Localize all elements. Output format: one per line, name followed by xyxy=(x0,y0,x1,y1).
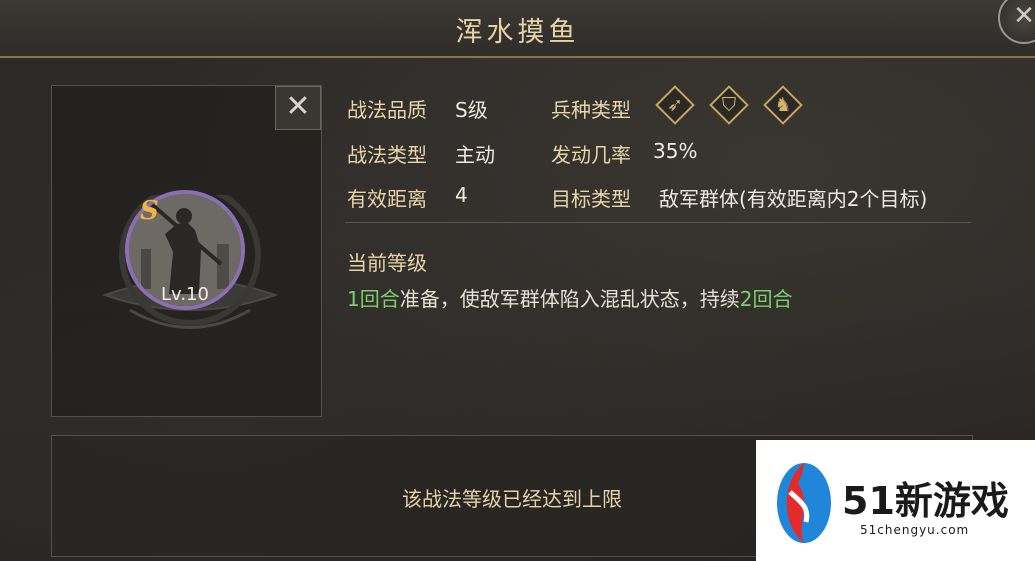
horse-icon: ♞ xyxy=(774,94,792,116)
watermark-brand: 51新游戏 xyxy=(842,479,1009,523)
troop-type-label: 兵种类型 xyxy=(551,98,631,122)
desc-highlight-end: 2回合 xyxy=(739,287,793,311)
skill-type-label: 战法类型 xyxy=(347,143,427,167)
skill-level: Lv.10 xyxy=(161,284,209,305)
desc-body: 准备，使敌军群体陷入混乱状态，持续 xyxy=(399,287,740,311)
quality-value: S级 xyxy=(455,98,488,122)
skill-type-value: 主动 xyxy=(455,143,495,167)
current-level-title: 当前等级 xyxy=(347,251,427,275)
close-icon: ✕ xyxy=(285,89,311,124)
range-value: 4 xyxy=(455,183,468,207)
shield-icon: ⛉ xyxy=(721,94,737,116)
trigger-rate-label: 发动几率 xyxy=(551,143,631,167)
page-title: 浑水摸鱼 xyxy=(455,17,580,48)
bow-icon: ➶ xyxy=(667,94,683,116)
target-type-value: 敌军群体(有效距离内2个目标) xyxy=(659,187,928,211)
close-button[interactable]: ✕ xyxy=(275,86,321,130)
desc-highlight-start: 1回合 xyxy=(347,287,400,311)
quality-label: 战法品质 xyxy=(347,98,427,122)
skill-description: 1回合准备，使敌军群体陷入混乱状态，持续2回合 xyxy=(347,283,792,312)
range-label: 有效距离 xyxy=(347,187,427,211)
trigger-rate-value: 35% xyxy=(653,139,698,163)
grade-badge: S xyxy=(140,196,159,226)
watermark-url: 51chengyu.com xyxy=(860,523,970,537)
target-type-label: 目标类型 xyxy=(551,187,631,211)
watermark-logo-icon xyxy=(777,463,831,543)
divider xyxy=(345,222,971,223)
